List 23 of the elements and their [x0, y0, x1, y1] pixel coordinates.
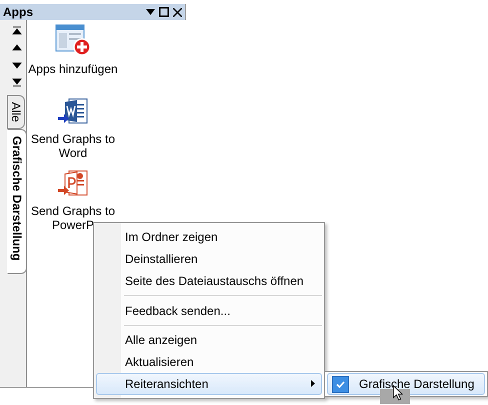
menu-item[interactable]: Alle anzeigen: [96, 329, 322, 351]
close-icon[interactable]: [173, 8, 182, 16]
menu-item[interactable]: Deinstallieren: [96, 248, 322, 270]
menu-item[interactable]: Feedback senden...: [96, 300, 322, 322]
dropdown-icon[interactable]: [146, 9, 155, 15]
menu-item[interactable]: Reiteransichten: [96, 373, 322, 395]
vertical-tab[interactable]: Alle: [7, 95, 25, 130]
powerpoint-document-icon: [57, 168, 89, 198]
menu-item[interactable]: Seite des Dateiaustauschs öffnen: [96, 270, 322, 292]
menu-item[interactable]: Aktualisieren: [96, 351, 322, 373]
submenu-arrow-icon: [311, 380, 315, 387]
scroll-bottom-icon[interactable]: [12, 77, 22, 87]
app-label[interactable]: Apps hinzufügen: [27, 62, 119, 76]
scroll-up-icon[interactable]: [12, 43, 22, 53]
app-label[interactable]: Send Graphs to Word: [27, 132, 119, 160]
scroll-top-icon[interactable]: [12, 26, 22, 36]
word-document-icon: [57, 96, 89, 126]
add-app-icon: [55, 24, 91, 56]
scroll-down-icon[interactable]: [12, 60, 22, 70]
vertical-tab[interactable]: Grafische Darstellung: [7, 129, 27, 274]
submenu-item[interactable]: Grafische Darstellung: [327, 373, 485, 395]
panel-title: Apps: [3, 5, 34, 19]
maximize-icon[interactable]: [159, 7, 169, 17]
